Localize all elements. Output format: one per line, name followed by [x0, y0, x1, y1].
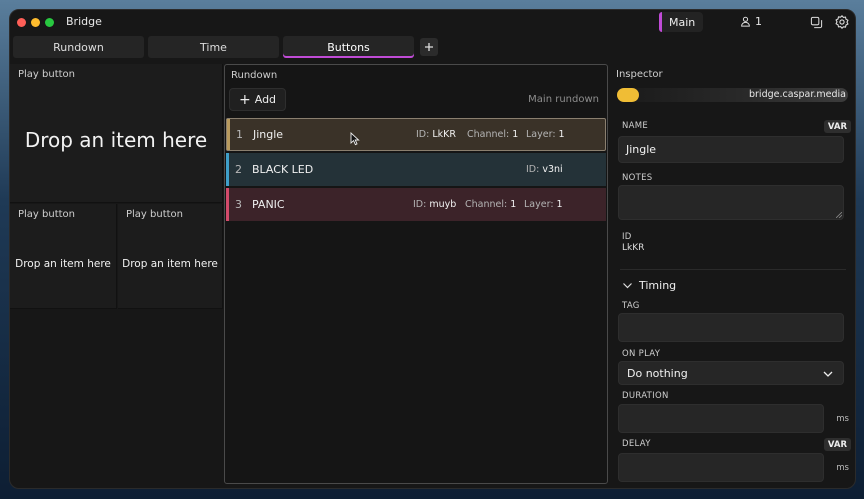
- item-name: Jingle: [253, 128, 284, 141]
- app-title: Bridge: [66, 15, 102, 28]
- item-channel: Channel: 1: [465, 199, 517, 210]
- item-color-stripe: [227, 119, 230, 150]
- window-controls: [17, 18, 54, 27]
- name-var-button[interactable]: VAR: [823, 120, 851, 133]
- play-button-slot-small-1[interactable]: Play button Drop an item here: [10, 204, 117, 309]
- drop-placeholder: Drop an item here: [15, 258, 111, 270]
- rundown-label: Rundown: [231, 70, 278, 81]
- chevron-down-icon: [623, 283, 632, 289]
- server-connection[interactable]: bridge.caspar.media: [617, 88, 848, 102]
- slot-label: Play button: [18, 209, 76, 220]
- slot-label: Play button: [18, 69, 76, 80]
- timing-section-title: Timing: [639, 279, 677, 292]
- id-field-label: ID: [622, 232, 632, 242]
- user-icon: [741, 16, 750, 27]
- section-divider: [620, 269, 846, 270]
- plus-icon: +: [239, 91, 251, 108]
- item-name: PANIC: [252, 198, 285, 211]
- connection-status-indicator: [617, 88, 639, 102]
- mouse-cursor-icon: [350, 132, 360, 146]
- item-channel: Channel: 1: [467, 129, 519, 140]
- slot-label: Play button: [126, 209, 184, 220]
- add-item-button[interactable]: + Add: [229, 88, 287, 111]
- on-play-field-label: ON PLAY: [622, 349, 661, 359]
- rundown-item[interactable]: 2 BLACK LED ID: v3ni: [226, 153, 606, 186]
- id-value: LkKR: [622, 243, 645, 253]
- tab-time[interactable]: Time: [148, 36, 279, 58]
- inspector-panel: Inspector bridge.caspar.media NAME VAR J…: [614, 64, 855, 488]
- chevron-down-icon: [823, 371, 833, 377]
- notes-textarea[interactable]: [618, 185, 844, 220]
- settings-button[interactable]: [835, 15, 849, 29]
- rundown-item[interactable]: 1 Jingle ID: LkKR Channel: 1 Layer: 1: [226, 118, 606, 151]
- tag-input[interactable]: [618, 313, 844, 342]
- tab-buttons[interactable]: Buttons: [283, 36, 414, 58]
- item-color-stripe: [226, 153, 229, 186]
- delay-field-label: DELAY: [622, 439, 651, 449]
- close-window-button[interactable]: [17, 18, 26, 27]
- workspace-name: Main: [669, 15, 696, 29]
- delay-input[interactable]: [618, 453, 824, 482]
- workspace-color-bar: [659, 12, 662, 32]
- duration-field-label: DURATION: [622, 391, 669, 401]
- notes-field-label: NOTES: [622, 173, 653, 183]
- item-id: ID: v3ni: [526, 164, 563, 175]
- tag-field-label: TAG: [622, 301, 640, 311]
- item-number: 1: [236, 128, 243, 141]
- minimize-window-button[interactable]: [31, 18, 40, 27]
- item-name: BLACK LED: [252, 163, 314, 176]
- inspector-label: Inspector: [616, 69, 663, 80]
- rundown-item[interactable]: 3 PANIC ID: muyb Channel: 1 Layer: 1: [226, 188, 606, 221]
- title-bar: Bridge Main 1: [10, 10, 855, 36]
- app-window: Bridge Main 1 Rundown Time Buttons Play …: [9, 9, 856, 489]
- workspace-badge[interactable]: Main: [659, 12, 704, 32]
- name-field-label: NAME: [622, 121, 649, 131]
- item-layer: Layer: 1: [526, 129, 565, 140]
- delay-unit: ms: [836, 463, 849, 473]
- tab-rundown[interactable]: Rundown: [13, 36, 144, 58]
- on-play-selected-value: Do nothing: [627, 366, 688, 380]
- timing-section-toggle[interactable]: Timing: [622, 279, 676, 292]
- server-host: bridge.caspar.media: [749, 89, 846, 100]
- maximize-window-button[interactable]: [45, 18, 54, 27]
- item-id: ID: LkKR: [416, 129, 456, 140]
- rundown-name: Main rundown: [528, 94, 599, 105]
- users-indicator[interactable]: 1: [740, 15, 762, 28]
- item-id: ID: muyb: [413, 199, 457, 210]
- on-play-select[interactable]: Do nothing: [618, 361, 844, 385]
- play-button-slot-small-2[interactable]: Play button Drop an item here: [118, 204, 223, 309]
- tab-bar: Rundown Time Buttons: [13, 36, 438, 58]
- drop-placeholder: Drop an item here: [24, 128, 208, 152]
- delay-var-button[interactable]: VAR: [823, 438, 851, 451]
- add-tab-button[interactable]: [420, 38, 438, 56]
- item-number: 3: [235, 198, 242, 211]
- plus-icon: [425, 43, 433, 51]
- user-count: 1: [755, 15, 762, 28]
- drop-placeholder: Drop an item here: [122, 258, 218, 270]
- gear-icon: [835, 15, 849, 29]
- copy-windows-icon: [810, 16, 822, 28]
- name-input[interactable]: Jingle: [618, 136, 844, 163]
- item-color-stripe: [226, 188, 229, 221]
- duration-unit: ms: [836, 414, 849, 424]
- duration-input[interactable]: [618, 404, 824, 433]
- item-number: 2: [235, 163, 242, 176]
- item-layer: Layer: 1: [524, 199, 563, 210]
- add-label: Add: [254, 93, 277, 106]
- resize-handle-icon: [836, 212, 842, 218]
- rundown-panel: Rundown + Add Main rundown 1 Jingle ID: L…: [224, 64, 608, 484]
- play-button-slot-large[interactable]: Play button Drop an item here: [10, 64, 223, 203]
- windows-button[interactable]: [809, 15, 823, 29]
